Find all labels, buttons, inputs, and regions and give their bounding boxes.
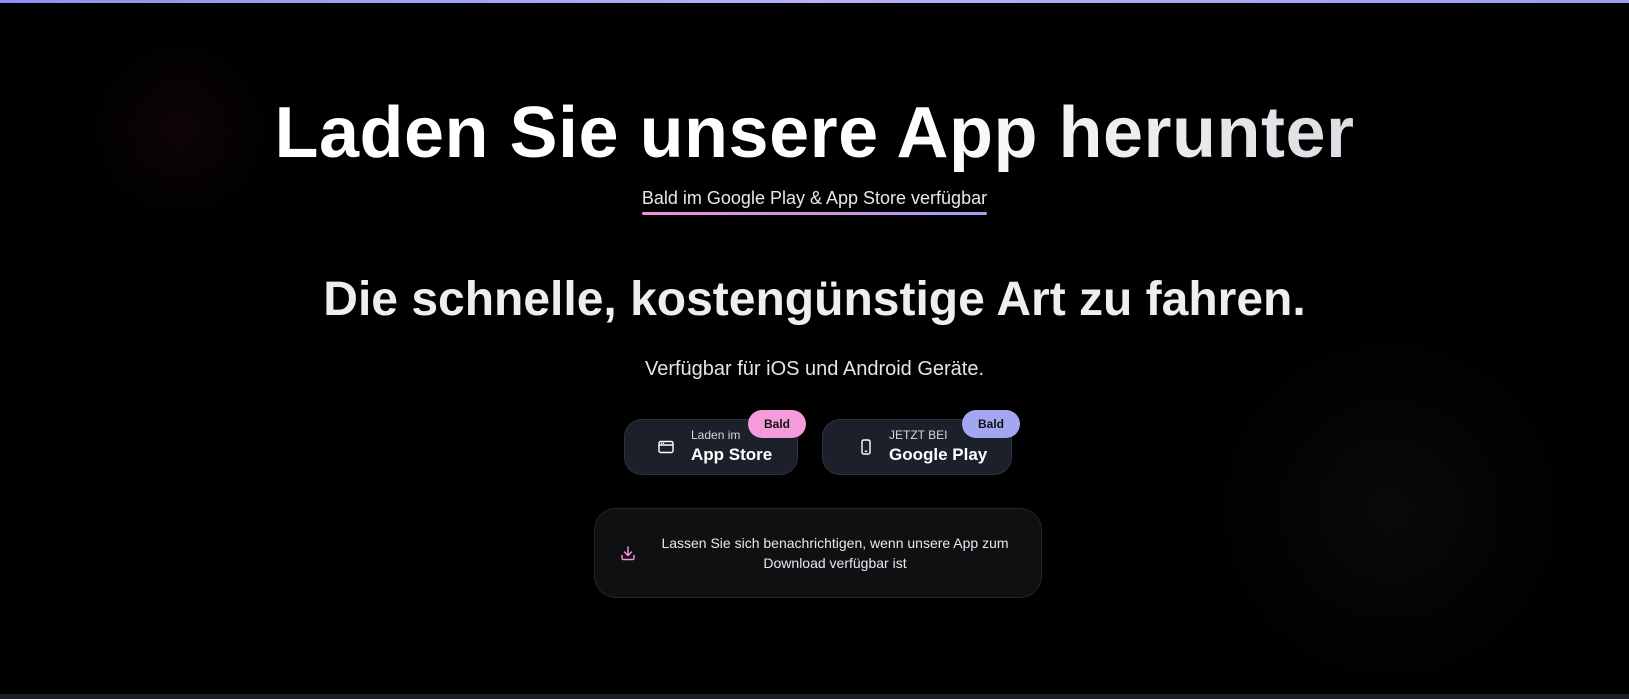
top-accent-line (0, 0, 1629, 3)
notify-me-button[interactable]: Lassen Sie sich benachrichtigen, wenn un… (594, 508, 1042, 598)
subtitle-underline (641, 212, 988, 215)
subtitle-container: Bald im Google Play & App Store verfügba… (0, 188, 1629, 215)
download-icon (619, 544, 637, 562)
bottom-edge-bar (0, 694, 1629, 699)
smartphone-icon (857, 438, 875, 456)
app-store-coming-soon-badge: Bald (748, 410, 806, 438)
availability-text: Verfügbar für iOS und Android Geräte. (644, 358, 985, 380)
google-play-coming-soon-badge: Bald (962, 410, 1020, 438)
browser-window-icon (657, 438, 675, 456)
tagline-heading: Die schnelle, kostengünstige Art zu fahr… (323, 273, 1306, 326)
subtitle: Bald im Google Play & App Store verfügba… (641, 188, 988, 215)
subtitle-text: Bald im Google Play & App Store verfügba… (641, 188, 988, 208)
notify-text: Lassen Sie sich benachrichtigen, wenn un… (661, 535, 1009, 571)
app-store-big-label: App Store (691, 445, 773, 465)
google-play-big-label: Google Play (889, 445, 988, 465)
background-glow-right (1180, 330, 1600, 690)
page-title: Laden Sie unsere App herunter (0, 88, 1629, 178)
download-app-section: Laden Sie unsere App herunter Bald im Go… (0, 0, 1629, 699)
